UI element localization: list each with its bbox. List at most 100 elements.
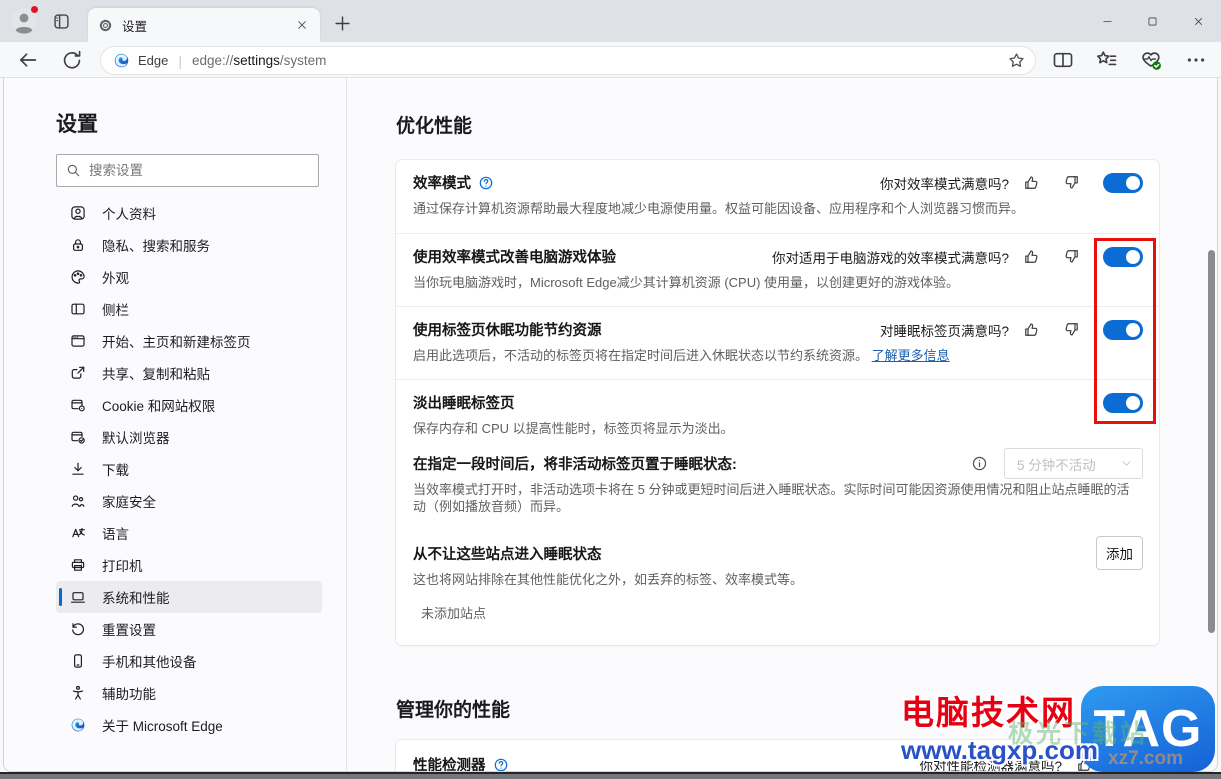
- add-site-button[interactable]: 添加: [1096, 535, 1143, 570]
- refresh-button[interactable]: [61, 49, 83, 71]
- help-icon[interactable]: [493, 757, 509, 772]
- sidebar-item-languages[interactable]: 语言: [56, 517, 322, 549]
- setting-row-efficiency-mode: 效率模式 你对效率模式满意吗? 通过保存计算机资源帮助最大程度地减少电源使用量。…: [396, 160, 1159, 233]
- info-icon[interactable]: [971, 455, 988, 472]
- sidebar-title: 设置: [56, 113, 98, 136]
- row-description: 当你玩电脑游戏时，Microsoft Edge减少其计算机资源 (CPU) 使用…: [413, 275, 960, 290]
- close-icon: [1193, 16, 1204, 27]
- sidebar-item-label: 打印机: [102, 559, 143, 574]
- sidebar-item-label: 手机和其他设备: [102, 655, 197, 670]
- sidebar-item-system[interactable]: 系统和性能: [56, 581, 322, 613]
- performance-card: 效率模式 你对效率模式满意吗? 通过保存计算机资源帮助最大程度地减少电源使用量。…: [396, 160, 1159, 645]
- notification-dot: [30, 5, 39, 14]
- row-title: 在指定一段时间后，将非活动标签页置于睡眠状态:: [413, 457, 737, 473]
- sidebar-item-label: 共享、复制和粘贴: [102, 367, 210, 382]
- sidebar-item-label: 开始、主页和新建标签页: [102, 335, 251, 350]
- window-close-button[interactable]: [1175, 0, 1221, 42]
- setting-row-gaming-efficiency: 使用效率模式改善电脑游戏体验 你对适用于电脑游戏的效率模式满意吗? 当你玩电脑游…: [396, 233, 1159, 306]
- thumbs-up-icon[interactable]: [1023, 248, 1040, 265]
- default-browser-icon: [70, 429, 86, 445]
- titlebar: 设置: [0, 0, 1221, 42]
- favorite-star-icon[interactable]: [1008, 52, 1025, 69]
- sidebar-item-edge-logo[interactable]: 关于 Microsoft Edge: [56, 709, 322, 741]
- sidebar-item-family[interactable]: 家庭安全: [56, 485, 322, 517]
- system-icon: [70, 589, 86, 605]
- row-title: 淡出睡眠标签页: [413, 396, 515, 412]
- search-icon: [66, 163, 81, 178]
- sidebar-item-share[interactable]: 共享、复制和粘贴: [56, 357, 322, 389]
- address-divider: |: [178, 52, 183, 69]
- sidebar-item-profile[interactable]: 个人资料: [56, 197, 322, 229]
- profile-avatar[interactable]: [10, 5, 39, 35]
- thumbs-up-icon[interactable]: [1023, 321, 1040, 338]
- profile-icon: [70, 205, 86, 221]
- watermark-faint-text-1: 极光下载站: [1008, 720, 1149, 748]
- thumbs-down-icon[interactable]: [1063, 321, 1080, 338]
- cookies-icon: [70, 397, 86, 413]
- sidebar-item-label: 关于 Microsoft Edge: [102, 719, 223, 734]
- sidebar-divider: [346, 78, 347, 771]
- thumbs-up-icon[interactable]: [1023, 174, 1040, 191]
- window-bottom-edge: [0, 772, 1221, 779]
- sidebar-item-accessibility[interactable]: 辅助功能: [56, 677, 322, 709]
- window-minimize-button[interactable]: [1084, 0, 1130, 42]
- browser-essentials-icon[interactable]: [1140, 49, 1162, 71]
- sidebar-item-appearance[interactable]: 外观: [56, 261, 322, 293]
- tab-settings[interactable]: 设置: [88, 8, 320, 42]
- sidebar-item-label: 默认浏览器: [102, 431, 170, 446]
- sidebar-item-reset[interactable]: 重置设置: [56, 613, 322, 645]
- sidebar-item-cookies[interactable]: Cookie 和网站权限: [56, 389, 322, 421]
- help-icon[interactable]: [478, 175, 494, 191]
- sidebar-item-downloads[interactable]: 下载: [56, 453, 322, 485]
- gaming-efficiency-toggle[interactable]: [1103, 246, 1143, 267]
- languages-icon: [70, 525, 86, 541]
- sidebar-item-start-home[interactable]: 开始、主页和新建标签页: [56, 325, 322, 357]
- search-input[interactable]: [89, 163, 309, 178]
- sidebar-panel-icon: [70, 301, 86, 317]
- sidebar-item-label: 重置设置: [102, 623, 156, 638]
- downloads-icon: [70, 461, 86, 477]
- settings-page: 设置 个人资料隐私、搜索和服务外观侧栏开始、主页和新建标签页共享、复制和粘贴 Co…: [3, 78, 1218, 772]
- accessibility-icon: [70, 685, 86, 701]
- learn-more-link[interactable]: 了解更多信息: [872, 348, 950, 363]
- privacy-icon: [70, 237, 86, 253]
- sidebar-item-printer[interactable]: 打印机: [56, 549, 322, 581]
- share-icon: [70, 365, 86, 381]
- sidebar-item-label: 隐私、搜索和服务: [102, 239, 210, 254]
- tab-actions-menu-icon[interactable]: [52, 12, 71, 31]
- reset-icon: [70, 621, 86, 637]
- sidebar-item-label: 家庭安全: [102, 495, 156, 510]
- row-title: 从不让这些站点进入睡眠状态: [413, 547, 602, 563]
- row-title: 效率模式: [413, 176, 471, 192]
- address-bar[interactable]: Edge | edge://settings/system: [100, 46, 1036, 75]
- back-button[interactable]: [17, 49, 39, 71]
- fade-sleeping-tabs-toggle[interactable]: [1103, 392, 1143, 413]
- sidebar-item-default-browser[interactable]: 默认浏览器: [56, 421, 322, 453]
- sidebar-item-privacy[interactable]: 隐私、搜索和服务: [56, 229, 322, 261]
- edge-logo-icon: [113, 52, 130, 69]
- tab-close-icon[interactable]: [294, 17, 310, 33]
- thumbs-down-icon[interactable]: [1063, 174, 1080, 191]
- row-description: 保存内存和 CPU 以提高性能时，标签页将显示为淡出。: [413, 421, 734, 436]
- new-tab-button[interactable]: [333, 14, 352, 33]
- sidebar-item-label: 语言: [102, 527, 129, 542]
- favorites-hub-icon[interactable]: [1096, 49, 1118, 71]
- sidebar-item-label: 下载: [102, 463, 129, 478]
- sleep-timer-dropdown[interactable]: 5 分钟不活动: [1004, 448, 1143, 479]
- section-title-manage: 管理你的性能: [396, 700, 511, 721]
- thumbs-down-icon[interactable]: [1063, 248, 1080, 265]
- printer-icon: [70, 557, 86, 573]
- settings-search-box[interactable]: [56, 154, 319, 187]
- sidebar-item-phone[interactable]: 手机和其他设备: [56, 645, 322, 677]
- more-menu-icon[interactable]: [1185, 49, 1207, 71]
- window-maximize-button[interactable]: [1129, 0, 1175, 42]
- split-screen-icon[interactable]: [1052, 49, 1074, 71]
- toolbar: Edge | edge://settings/system: [0, 42, 1221, 78]
- sleeping-tabs-toggle[interactable]: [1103, 319, 1143, 340]
- sidebar-item-sidebar-panel[interactable]: 侧栏: [56, 293, 322, 325]
- dropdown-value: 5 分钟不活动: [1017, 457, 1096, 473]
- efficiency-mode-toggle[interactable]: [1103, 172, 1143, 193]
- row-description: 当效率模式打开时，非活动选项卡将在 5 分钟或更短时间后进入睡眠状态。实际时间可…: [413, 482, 1130, 514]
- chevron-down-icon: [1120, 457, 1133, 470]
- scrollbar-thumb[interactable]: [1208, 250, 1215, 633]
